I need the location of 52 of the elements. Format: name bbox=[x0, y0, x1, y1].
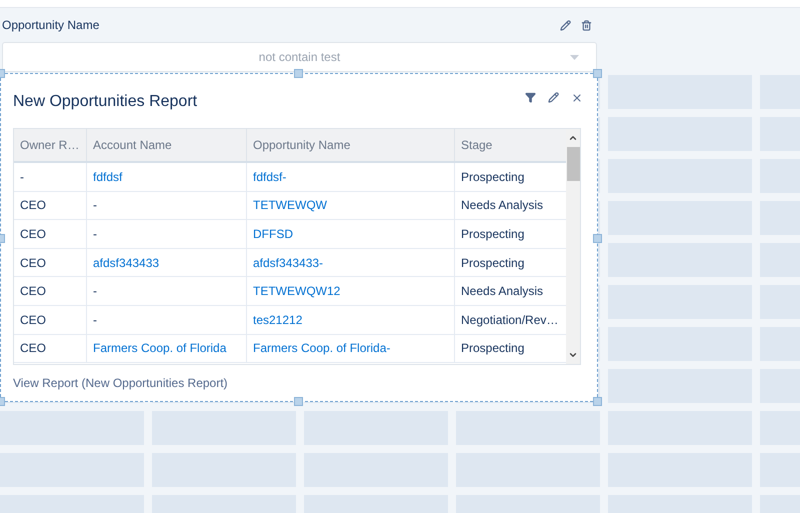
table-cell-text: - bbox=[93, 312, 97, 329]
table-link[interactable]: Farmers Coop. of Florida- bbox=[253, 339, 390, 358]
table-cell-text: Prospecting bbox=[461, 254, 524, 272]
caret-icon bbox=[570, 55, 579, 60]
table-cell-text: - bbox=[93, 197, 97, 214]
table-cell-text: - bbox=[93, 226, 97, 243]
table-cell-text: CEO bbox=[20, 254, 46, 272]
table-cell-text: CEO bbox=[20, 312, 46, 329]
column-header[interactable]: Opportunity Name bbox=[253, 136, 350, 154]
column-header[interactable]: Account Name bbox=[93, 136, 172, 154]
scroll-up-icon[interactable] bbox=[568, 133, 578, 143]
edit-icon[interactable] bbox=[548, 92, 559, 103]
resize-handle[interactable] bbox=[593, 397, 602, 406]
close-icon[interactable] bbox=[571, 92, 583, 104]
resize-handle[interactable] bbox=[593, 234, 602, 243]
column-header[interactable]: Stage bbox=[461, 136, 492, 154]
report-title: New Opportunities Report bbox=[13, 92, 198, 112]
table-cell-text: - bbox=[93, 283, 97, 300]
table-link[interactable]: afdsf343433 bbox=[93, 254, 160, 272]
dropdown-value: not contain test bbox=[258, 49, 340, 66]
resize-handle[interactable] bbox=[294, 397, 303, 406]
table-cell-text: Prospecting bbox=[461, 226, 524, 243]
resize-handle[interactable] bbox=[593, 69, 602, 78]
table-cell-text: CEO bbox=[20, 283, 46, 300]
table-link[interactable]: tes21212 bbox=[253, 310, 302, 329]
resize-handle[interactable] bbox=[294, 69, 303, 78]
edit-icon[interactable] bbox=[560, 20, 571, 30]
table-link[interactable]: TETWEWQW12 bbox=[253, 282, 340, 300]
scrollbar[interactable] bbox=[566, 129, 580, 364]
filter-icon[interactable] bbox=[525, 92, 536, 103]
table-link[interactable]: DFFSD bbox=[253, 224, 293, 243]
table-link[interactable]: fdfdsf- bbox=[253, 168, 286, 186]
table-cell-text: Prospecting bbox=[461, 340, 524, 358]
table-link[interactable]: Farmers Coop. of Florida bbox=[93, 339, 226, 358]
table-cell-text: CEO bbox=[20, 226, 46, 243]
table-cell-text: Needs Analysis bbox=[461, 197, 544, 214]
scroll-down-icon[interactable] bbox=[568, 350, 578, 360]
filter-dropdown[interactable]: not contain test bbox=[2, 42, 597, 72]
delete-icon[interactable] bbox=[581, 20, 592, 30]
table-link[interactable]: fdfdsf bbox=[93, 168, 122, 186]
table-cell-text: Prospecting bbox=[461, 168, 524, 186]
filter-label: Opportunity Name bbox=[2, 17, 100, 34]
table-cell-text: - bbox=[20, 168, 24, 186]
scrollbar-thumb[interactable] bbox=[566, 147, 580, 181]
view-report-link[interactable]: View Report (New Opportunities Report) bbox=[13, 374, 228, 392]
column-header[interactable]: Owner R… bbox=[20, 136, 80, 154]
table-link[interactable]: afdsf343433- bbox=[253, 254, 324, 272]
table-link[interactable]: TETWEWQW bbox=[253, 196, 327, 214]
table-cell-text: CEO bbox=[20, 197, 46, 214]
table-cell-text: CEO bbox=[20, 340, 46, 358]
table-cell-text: Needs Analysis bbox=[461, 283, 544, 300]
table-cell-text: Negotiation/Rev… bbox=[461, 312, 558, 329]
